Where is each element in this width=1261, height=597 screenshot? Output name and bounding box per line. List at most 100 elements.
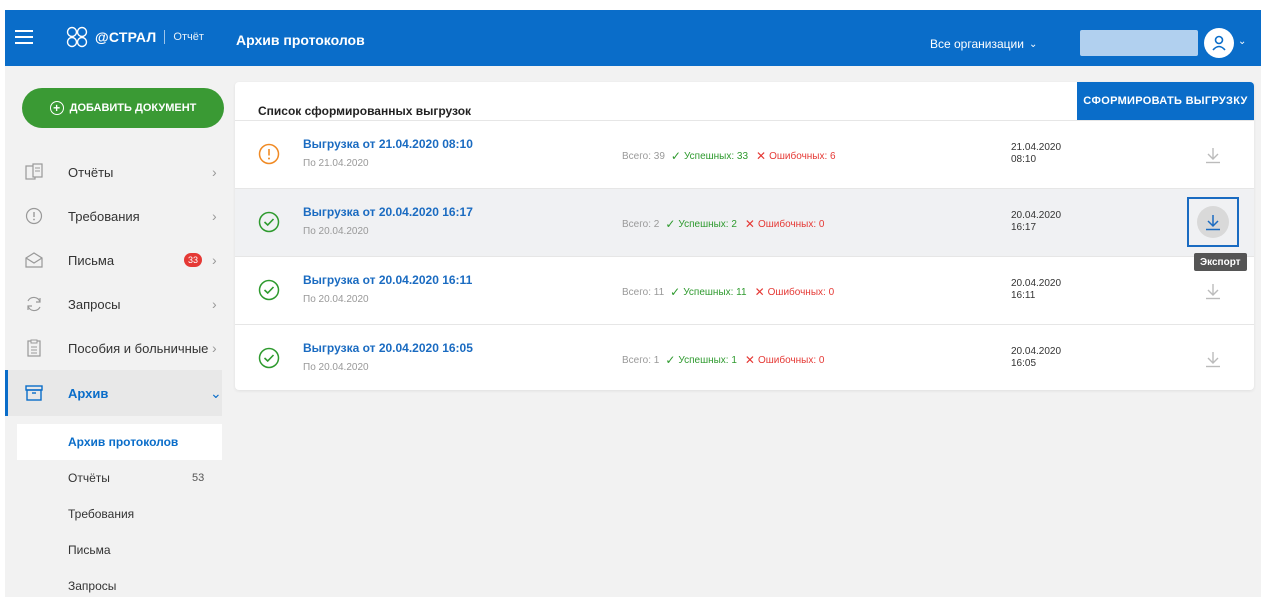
download-button[interactable]	[1200, 278, 1226, 304]
total-count: Всего: 11	[622, 286, 665, 298]
sidebar-item-letters[interactable]: Письма 33 ›	[5, 238, 222, 282]
chevron-down-icon[interactable]: ⌄	[1238, 36, 1246, 47]
menu-icon[interactable]	[15, 30, 33, 44]
sidebar-item-label: Требования	[68, 208, 140, 224]
sidebar-subitem-label: Письма	[68, 543, 111, 557]
refresh-icon	[27, 296, 41, 312]
export-row[interactable]: Выгрузка от 20.04.2020 16:11 По 20.04.20…	[235, 256, 1254, 324]
cross-icon: ✕	[744, 353, 755, 367]
warning-icon	[258, 143, 280, 165]
export-date: 20.04.2020	[1011, 278, 1062, 289]
success-count: ✓ Успешных: 1	[665, 353, 737, 367]
logo[interactable]: @СТРАЛ Отчёт	[65, 22, 204, 52]
chevron-down-icon: ⌄	[210, 384, 222, 401]
export-stats: Всего: 2 ✓ Успешных: 2 ✕ Ошибочных: 0	[622, 217, 824, 231]
export-stats: Всего: 39 ✓ Успешных: 33 ✕ Ошибочных: 6	[622, 149, 836, 163]
sidebar-subitem-letters[interactable]: Письма	[17, 532, 222, 568]
organization-selector[interactable]: Все организации ⌄	[930, 37, 1037, 51]
chevron-right-icon: ›	[212, 164, 217, 180]
download-icon	[1206, 352, 1220, 368]
download-button[interactable]	[1200, 346, 1226, 372]
export-date: 20.04.2020	[1011, 346, 1062, 357]
user-name-redacted	[1080, 30, 1198, 56]
chevron-right-icon: ›	[212, 252, 217, 268]
export-time: 16:05	[1011, 358, 1037, 369]
sidebar-item-label: Отчёты	[68, 164, 114, 180]
cross-icon: ✕	[756, 149, 767, 163]
user-avatar[interactable]	[1204, 28, 1234, 58]
sidebar-subitem-requirements[interactable]: Требования	[17, 496, 222, 532]
chevron-right-icon: ›	[212, 340, 217, 356]
sidebar-item-benefits[interactable]: Пособия и больничные ›	[5, 326, 222, 370]
chevron-down-icon: ⌄	[1028, 38, 1038, 50]
export-period: По 20.04.2020	[303, 362, 369, 373]
sidebar-subitem-requests[interactable]: Запросы	[17, 568, 222, 597]
download-button[interactable]	[1187, 197, 1239, 247]
sidebar-item-archive[interactable]: Архив ⌄	[5, 370, 222, 416]
plus-circle-icon: +	[49, 101, 64, 115]
download-button[interactable]	[1200, 142, 1226, 168]
download-icon	[1206, 215, 1220, 231]
export-title-link[interactable]: Выгрузка от 20.04.2020 16:17	[303, 205, 473, 219]
export-time: 16:11	[1011, 290, 1036, 301]
sidebar-item-requests[interactable]: Запросы ›	[5, 282, 222, 326]
sidebar-subitem-protocol-archive[interactable]: Архив протоколов	[17, 424, 222, 460]
success-count-label: Успешных: 11	[683, 286, 747, 298]
sidebar-subitem-label: Архив протоколов	[68, 435, 179, 449]
sidebar-subitem-reports[interactable]: Отчёты 53	[17, 460, 222, 496]
exports-card: Список сформированных выгрузок СФОРМИРОВ…	[235, 82, 1254, 390]
success-count: ✓ Успешных: 11	[670, 285, 746, 299]
sidebar-subitem-count: 53	[192, 472, 205, 484]
error-count: ✕ Ошибочных: 6	[756, 149, 836, 163]
export-datetime: 20.04.2020 16:05	[1011, 346, 1061, 370]
sidebar-item-label: Запросы	[68, 296, 121, 312]
export-period: По 20.04.2020	[303, 294, 369, 305]
export-title-link[interactable]: Выгрузка от 20.04.2020 16:05	[303, 341, 473, 355]
sidebar-item-reports[interactable]: Отчёты ›	[5, 150, 222, 194]
export-stats: Всего: 1 ✓ Успешных: 1 ✕ Ошибочных: 0	[622, 353, 824, 367]
download-button-circle	[1197, 206, 1229, 238]
download-icon	[1206, 148, 1220, 164]
export-title-link[interactable]: Выгрузка от 21.04.2020 08:10	[303, 137, 473, 151]
add-document-label: ДОБАВИТЬ ДОКУМЕНТ	[69, 102, 197, 114]
success-count-label: Успешных: 2	[678, 218, 737, 230]
error-count: ✕ Ошибочных: 0	[755, 285, 835, 299]
card-title: Список сформированных выгрузок	[258, 104, 472, 118]
success-icon	[258, 279, 280, 301]
export-period: По 20.04.2020	[303, 226, 369, 237]
sidebar-subitem-label: Требования	[68, 507, 135, 521]
export-row[interactable]: Выгрузка от 20.04.2020 16:17 По 20.04.20…	[235, 188, 1254, 256]
clipboard-icon	[27, 339, 41, 357]
export-datetime: 20.04.2020 16:11	[1011, 278, 1061, 302]
export-date: 20.04.2020	[1011, 210, 1062, 221]
logo-text: @СТРАЛ	[95, 29, 157, 45]
error-count-label: Ошибочных: 6	[769, 150, 836, 162]
export-title-link[interactable]: Выгрузка от 20.04.2020 16:11	[303, 273, 472, 287]
error-count-label: Ошибочных: 0	[757, 354, 825, 366]
add-document-button[interactable]: + ДОБАВИТЬ ДОКУМЕНТ	[22, 88, 224, 128]
error-count-label: Ошибочных: 0	[757, 218, 825, 230]
user-icon	[1212, 35, 1226, 51]
success-count-label: Успешных: 1	[678, 354, 737, 366]
top-bar: @СТРАЛ Отчёт Архив протоколов Все органи…	[5, 10, 1261, 66]
total-count: Всего: 39	[622, 150, 665, 162]
success-count: ✓ Успешных: 33	[671, 149, 748, 163]
error-count-label: Ошибочных: 0	[767, 286, 835, 298]
total-count: Всего: 2	[622, 218, 660, 230]
generate-export-button[interactable]: СФОРМИРОВАТЬ ВЫГРУЗКУ	[1077, 82, 1254, 120]
page-title: Архив протоколов	[236, 32, 365, 48]
download-icon	[1206, 284, 1220, 300]
success-count-label: Успешных: 33	[683, 150, 749, 162]
error-count: ✕ Ошибочных: 0	[745, 217, 825, 231]
check-icon: ✓	[670, 149, 681, 163]
sidebar-item-requirements[interactable]: Требования ›	[5, 194, 222, 238]
cross-icon: ✕	[754, 285, 765, 299]
export-datetime: 20.04.2020 16:17	[1011, 210, 1061, 234]
check-icon: ✓	[665, 353, 676, 367]
sidebar-item-label: Пособия и больничные	[68, 340, 209, 356]
export-row[interactable]: Выгрузка от 21.04.2020 08:10 По 21.04.20…	[235, 120, 1254, 188]
export-row[interactable]: Выгрузка от 20.04.2020 16:05 По 20.04.20…	[235, 324, 1254, 390]
error-count: ✕ Ошибочных: 0	[745, 353, 825, 367]
check-icon: ✓	[665, 217, 676, 231]
requirement-icon	[25, 207, 43, 225]
